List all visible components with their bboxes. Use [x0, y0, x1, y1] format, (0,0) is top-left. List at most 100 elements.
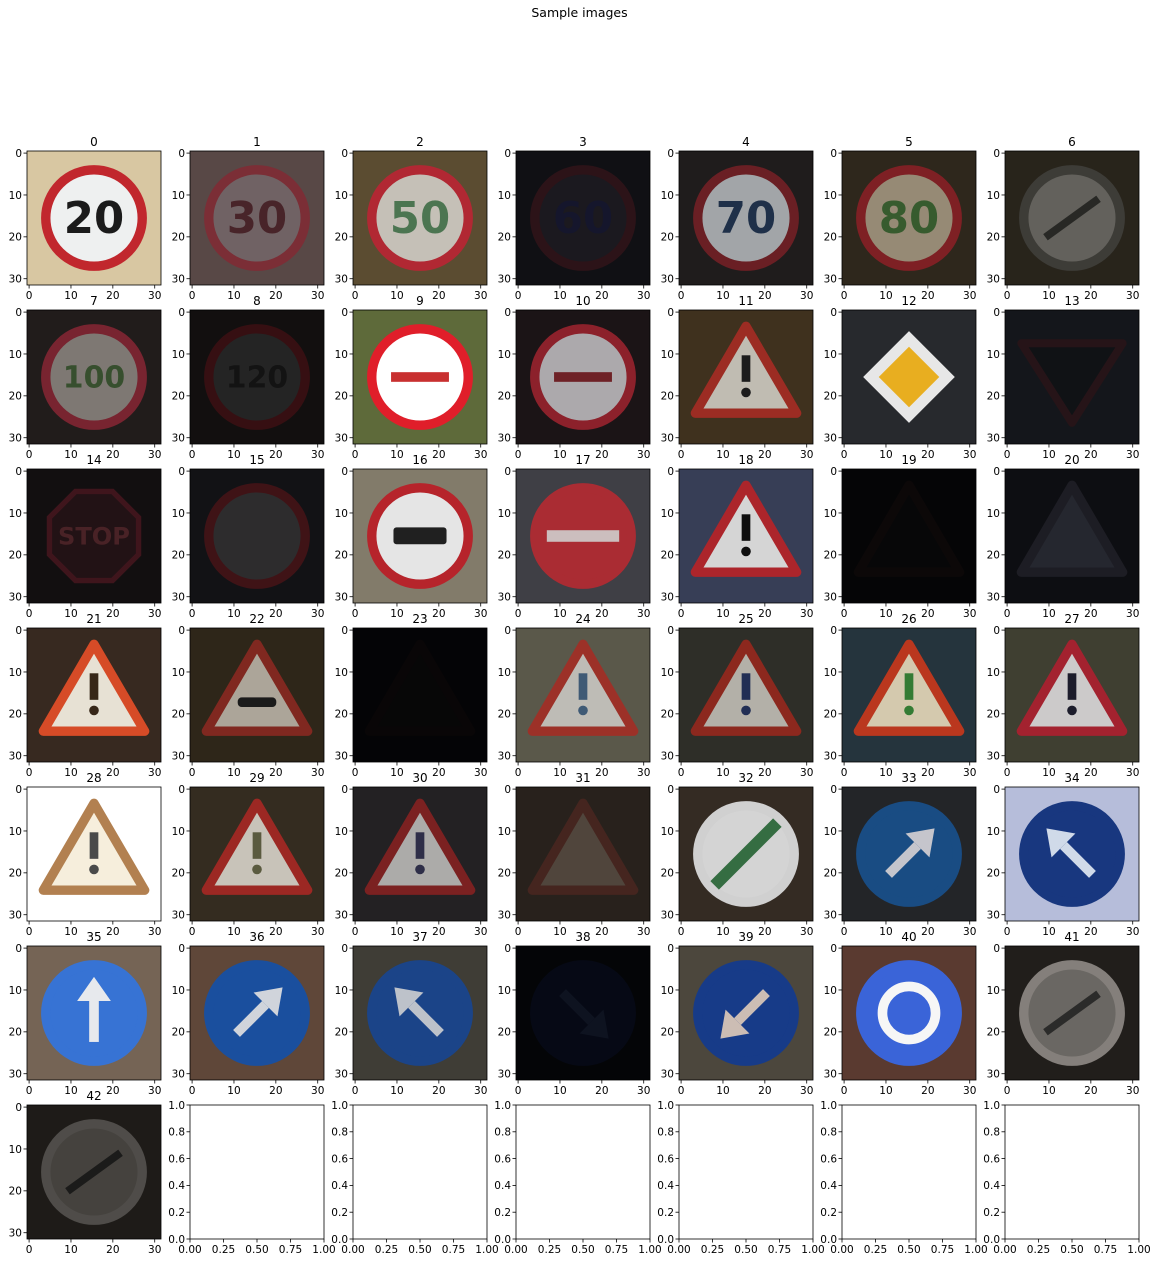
x-tick-label: 0: [1004, 449, 1011, 461]
x-tick-label: 30: [148, 608, 161, 620]
sign-image: [679, 469, 813, 603]
x-tick-label: 20: [106, 926, 119, 938]
x-tick-label: 30: [1126, 767, 1139, 779]
y-tick-label: 10: [172, 508, 185, 520]
sign-image: [1005, 787, 1139, 921]
y-tick-label: 10: [172, 985, 185, 997]
y-tick-label: 20: [498, 1027, 511, 1039]
y-tick-label: 0: [178, 466, 185, 478]
x-tick-label: 0: [352, 926, 359, 938]
sign-image: 20: [27, 151, 161, 285]
brightness-overlay: [27, 310, 161, 444]
x-tick-label: 20: [269, 767, 282, 779]
x-tick-label: 0: [189, 767, 196, 779]
subplot: 15 0 10 20 30 0 10 20 30: [172, 453, 325, 620]
y-tick-label: 30: [987, 910, 1000, 922]
x-tick-label: 20: [758, 926, 771, 938]
y-tick-label: 30: [9, 751, 22, 763]
x-tick-label: 30: [963, 290, 976, 302]
sign-image: [190, 946, 324, 1080]
y-tick-label: 30: [335, 910, 348, 922]
subplot-title: 4: [742, 135, 750, 149]
subplot: 16 0 10 20 30 0 10 20 30: [335, 453, 488, 620]
subplot-title: 40: [901, 930, 916, 944]
x-tick-label: 10: [1042, 608, 1055, 620]
subplot-title: 3: [579, 135, 587, 149]
y-tick-label: 30: [172, 433, 185, 445]
y-tick-label: 0.6: [657, 1153, 674, 1165]
y-tick-label: 10: [498, 349, 511, 361]
x-tick-label: 30: [1126, 449, 1139, 461]
y-tick-label: 10: [987, 667, 1000, 679]
y-tick-label: 10: [661, 985, 674, 997]
subplot: 18 0 10 20 30 0 10 20 30: [661, 453, 814, 620]
y-tick-label: 30: [172, 592, 185, 604]
axes-frame-empty: [678, 1104, 814, 1240]
x-tick-label: 20: [921, 1085, 934, 1097]
y-tick-label: 0: [667, 943, 674, 955]
y-tick-label: 30: [335, 592, 348, 604]
subplot: 20 0 10 20 30 0 10 20 30: [987, 453, 1140, 620]
y-tick-label: 30: [498, 910, 511, 922]
subplot: 17 0 10 20 30 0 10 20 30: [498, 453, 651, 620]
x-tick-label: 10: [227, 767, 240, 779]
y-tick-label: 20: [661, 391, 674, 403]
sign-image: [27, 946, 161, 1080]
brightness-overlay: [1005, 946, 1139, 1080]
y-tick-label: 0: [341, 625, 348, 637]
subplot: 0.00 0.25 0.50 0.75 1.000.00.20.40.60.81.0: [983, 1100, 1150, 1256]
y-tick-label: 30: [9, 274, 22, 286]
subplot-title: 11: [738, 294, 753, 308]
sign-image: [842, 469, 976, 603]
y-tick-label: 10: [824, 667, 837, 679]
sign-image: [1005, 151, 1139, 285]
x-tick-label: 20: [921, 767, 934, 779]
x-tick-label: 10: [390, 449, 403, 461]
y-tick-label: 10: [172, 349, 185, 361]
x-tick-label: 0: [515, 290, 522, 302]
y-tick-label: 0: [830, 784, 837, 796]
y-tick-label: 20: [9, 868, 22, 880]
x-tick-label: 10: [390, 926, 403, 938]
x-tick-label: 30: [148, 1085, 161, 1097]
brightness-overlay: [353, 469, 487, 603]
y-tick-label: 20: [172, 868, 185, 880]
x-tick-label: 30: [148, 926, 161, 938]
brightness-overlay: [1005, 787, 1139, 921]
y-tick-label: 0.4: [331, 1180, 348, 1192]
x-tick-label: 20: [1084, 1085, 1097, 1097]
y-tick-label: 30: [824, 751, 837, 763]
subplot: STOP 14 0 10 20 30 0 10 20 30: [9, 453, 162, 620]
brightness-overlay: [679, 310, 813, 444]
subplot-title: 33: [901, 771, 916, 785]
y-tick-label: 0.2: [168, 1207, 185, 1219]
brightness-overlay: [353, 946, 487, 1080]
x-tick-label: 0: [352, 608, 359, 620]
x-tick-label: 30: [800, 290, 813, 302]
subplot-title: 17: [575, 453, 590, 467]
subplot: 0.00 0.25 0.50 0.75 1.000.00.20.40.60.81.0: [168, 1100, 335, 1256]
subplot: 33 0 10 20 30 0 10 20 30: [824, 771, 977, 938]
y-tick-label: 10: [335, 985, 348, 997]
subplot: 7040 10 20 300102030: [661, 135, 814, 302]
sign-image: [842, 946, 976, 1080]
y-tick-label: 0: [15, 784, 22, 796]
x-tick-label: 30: [1126, 608, 1139, 620]
y-tick-label: 1.0: [168, 1100, 185, 1112]
y-tick-label: 0: [178, 307, 185, 319]
x-tick-label: 10: [390, 290, 403, 302]
y-tick-label: 30: [987, 592, 1000, 604]
brightness-overlay: [516, 310, 650, 444]
x-tick-label: 10: [553, 608, 566, 620]
y-tick-label: 20: [9, 232, 22, 244]
brightness-overlay: [1005, 628, 1139, 762]
x-tick-label: 0: [515, 608, 522, 620]
y-tick-label: 30: [661, 910, 674, 922]
subplot: 41 0 10 20 30 0 10 20 30: [987, 930, 1140, 1097]
y-tick-label: 20: [172, 232, 185, 244]
y-tick-label: 10: [661, 508, 674, 520]
x-tick-label: 0.75: [605, 1244, 628, 1256]
brightness-overlay: [353, 628, 487, 762]
x-tick-label: 10: [879, 608, 892, 620]
x-tick-label: 0: [26, 1244, 33, 1256]
